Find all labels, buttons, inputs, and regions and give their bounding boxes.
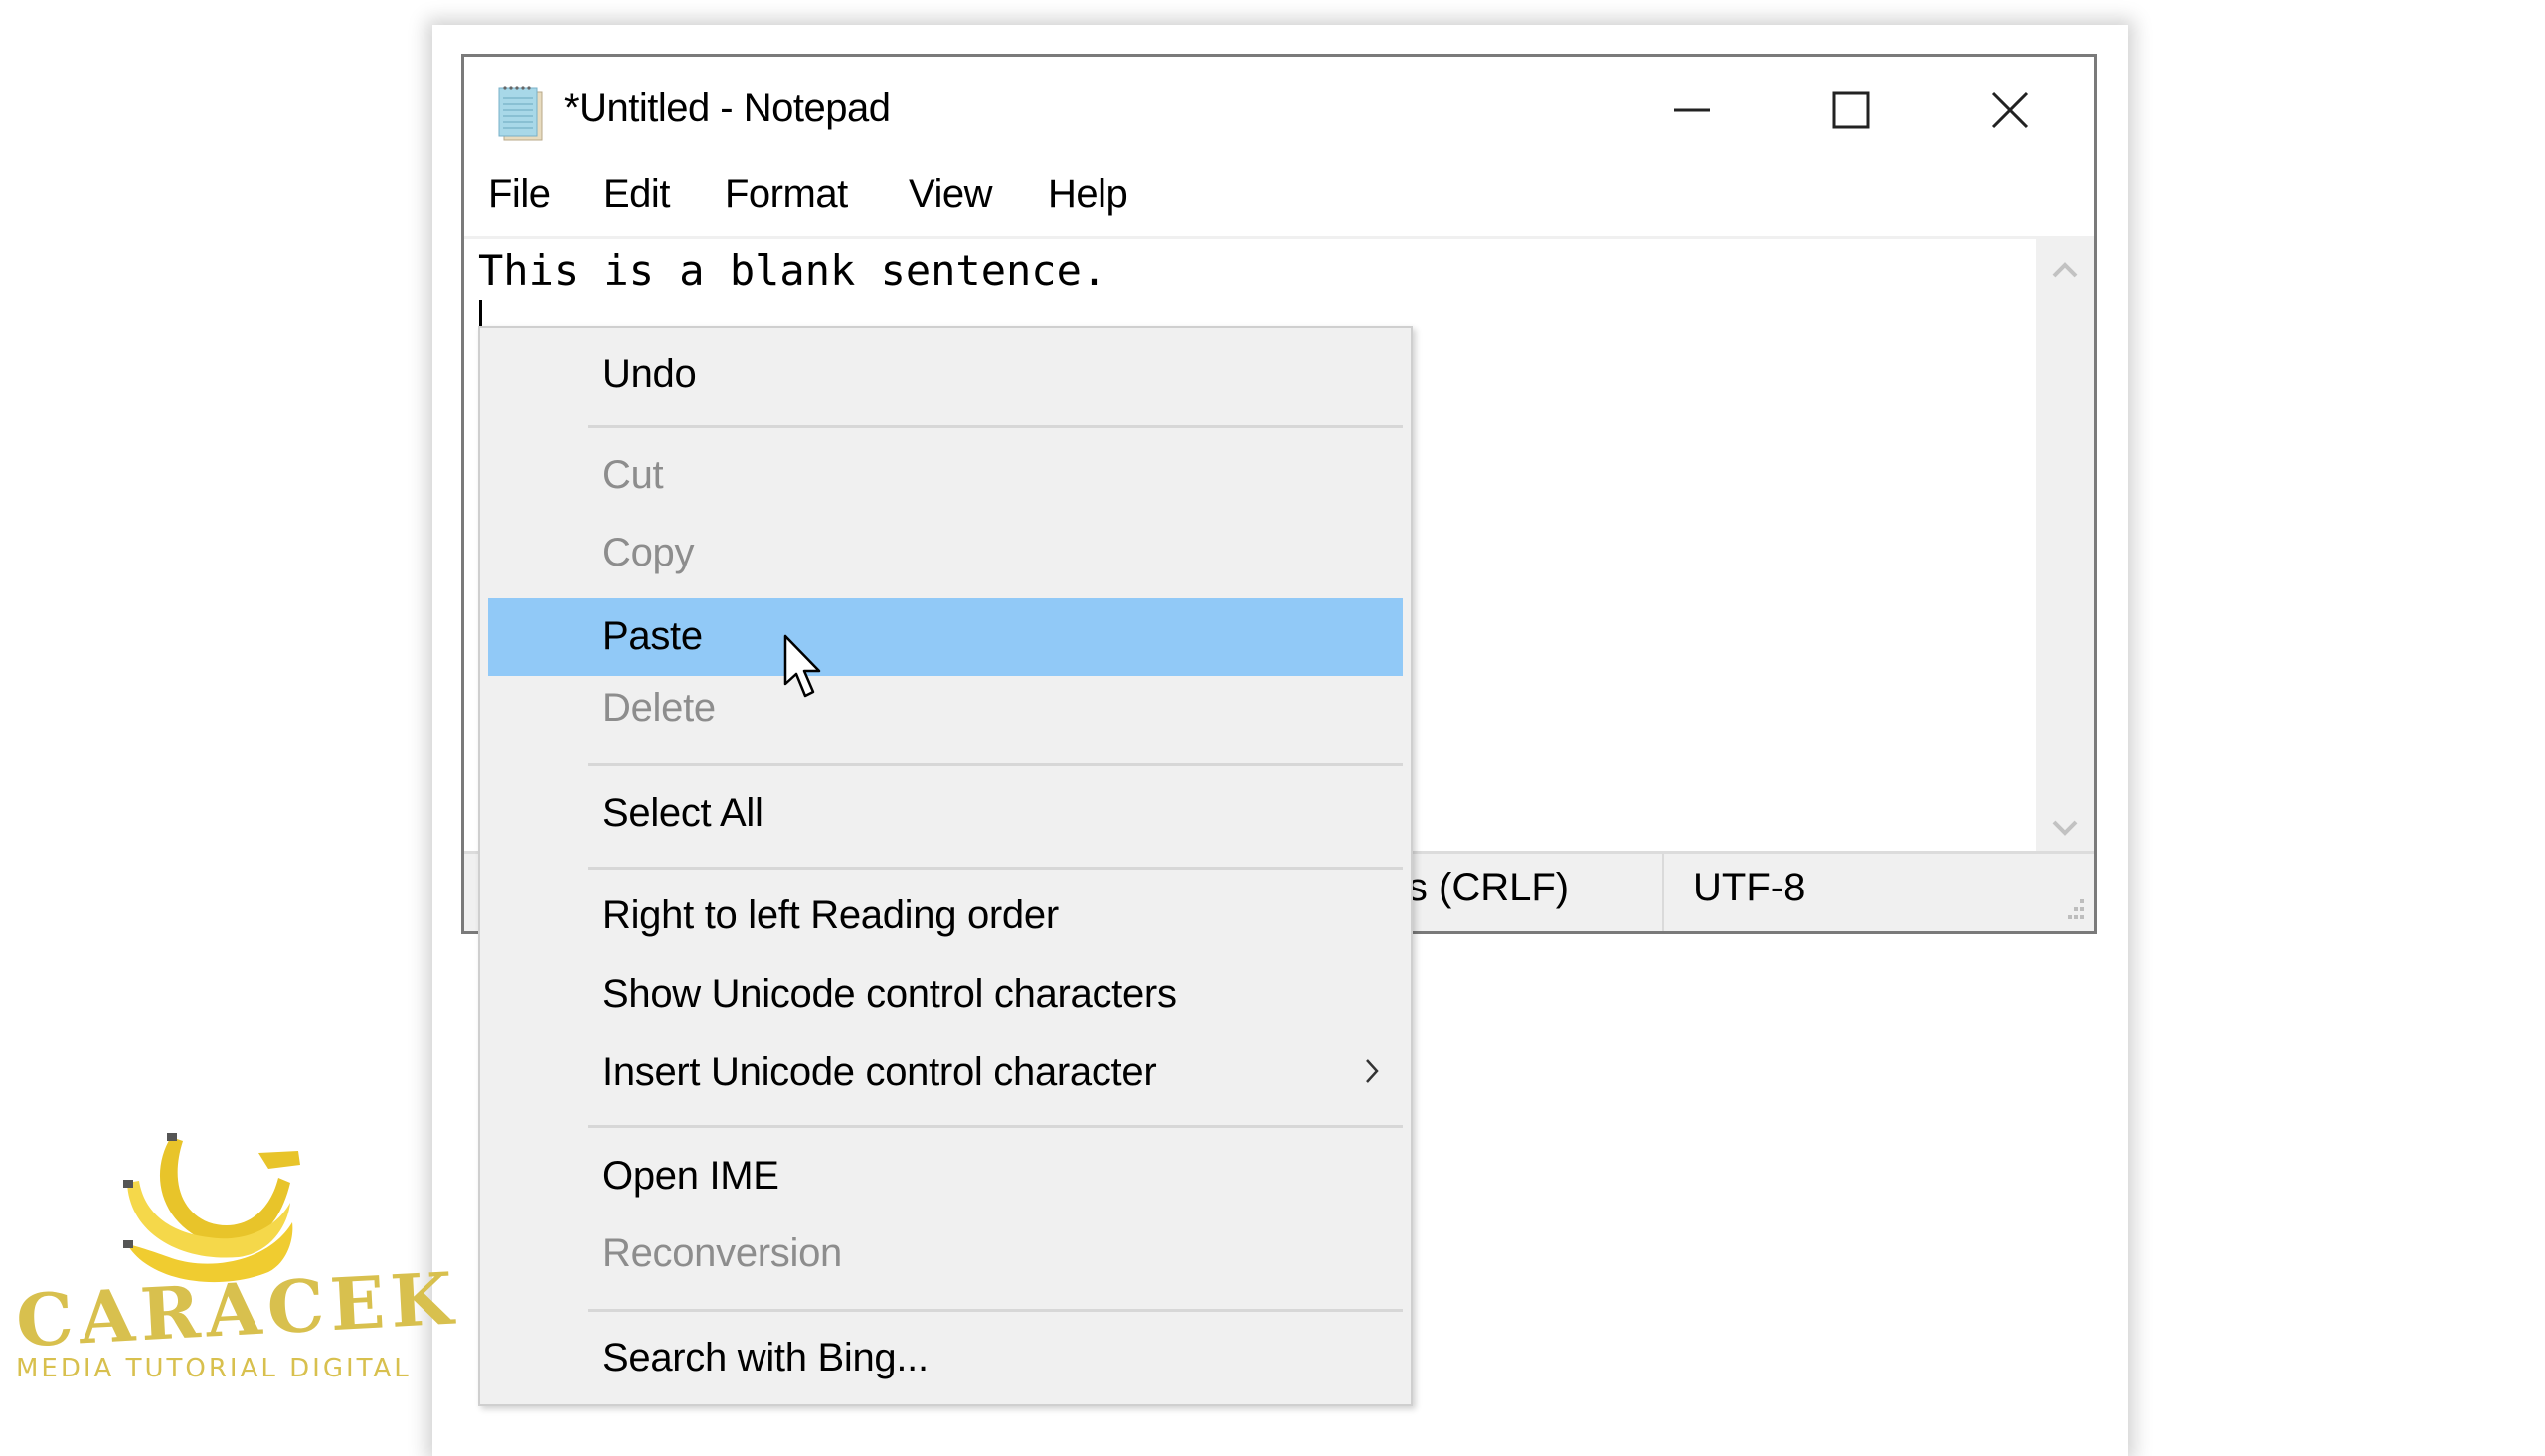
window-title: *Untitled - Notepad <box>564 86 891 130</box>
menu-item-reconversion[interactable]: Reconversion <box>488 1215 1403 1293</box>
menu-file[interactable]: File <box>488 172 551 217</box>
menu-separator <box>588 425 1403 428</box>
menu-format[interactable]: Format <box>725 172 848 217</box>
watermark-title: CARACEK <box>14 1255 461 1364</box>
title-bar[interactable]: *Untitled - Notepad <box>464 57 2094 172</box>
maximize-icon <box>1832 91 1870 129</box>
maximize-button[interactable] <box>1801 79 1901 142</box>
vertical-scrollbar[interactable] <box>2036 239 2094 860</box>
menu-separator <box>588 1309 1403 1312</box>
editor-content: This is a blank sentence. <box>478 246 1107 295</box>
minimize-icon <box>1674 108 1710 112</box>
menu-item-rtl-reading-order[interactable]: Right to left Reading order <box>488 878 1403 955</box>
minimize-button[interactable] <box>1642 79 1742 142</box>
menu-help[interactable]: Help <box>1048 172 1128 217</box>
status-divider <box>1662 854 1664 931</box>
watermark-logo: CARACEK MEDIA TUTORIAL DIGITAL <box>10 1123 461 1401</box>
close-button[interactable] <box>1960 79 2060 142</box>
menu-bar: File Edit Format View Help <box>464 172 2094 232</box>
resize-grip-icon[interactable] <box>2058 895 2088 925</box>
menu-item-search-with-bing[interactable]: Search with Bing... <box>488 1320 1403 1397</box>
menu-item-undo[interactable]: Undo <box>488 336 1403 413</box>
menu-edit[interactable]: Edit <box>603 172 670 217</box>
menu-separator <box>588 867 1403 870</box>
menu-item-select-all[interactable]: Select All <box>488 775 1403 853</box>
menu-view[interactable]: View <box>909 172 992 217</box>
context-menu: Undo Cut Copy Paste Delete Select All Ri… <box>478 326 1413 1406</box>
menu-item-open-ime[interactable]: Open IME <box>488 1138 1403 1215</box>
menu-item-delete[interactable]: Delete <box>488 670 1403 747</box>
menu-item-paste[interactable]: Paste <box>488 598 1403 676</box>
scroll-down-icon[interactable] <box>2050 818 2080 838</box>
menu-separator <box>588 1125 1403 1128</box>
menu-separator <box>588 763 1403 766</box>
close-icon <box>1991 91 2029 129</box>
menu-item-copy[interactable]: Copy <box>488 515 1403 592</box>
notepad-icon <box>498 86 543 141</box>
menu-item-show-unicode-control[interactable]: Show Unicode control characters <box>488 956 1403 1034</box>
menu-item-cut[interactable]: Cut <box>488 437 1403 515</box>
watermark-subtitle: MEDIA TUTORIAL DIGITAL <box>16 1354 412 1383</box>
chevron-right-icon <box>1366 1059 1379 1083</box>
encoding-status: UTF-8 <box>1693 866 1806 909</box>
scroll-up-icon[interactable] <box>2050 260 2080 280</box>
menu-item-insert-unicode-control[interactable]: Insert Unicode control character <box>488 1035 1403 1112</box>
mouse-pointer-icon <box>783 634 821 698</box>
